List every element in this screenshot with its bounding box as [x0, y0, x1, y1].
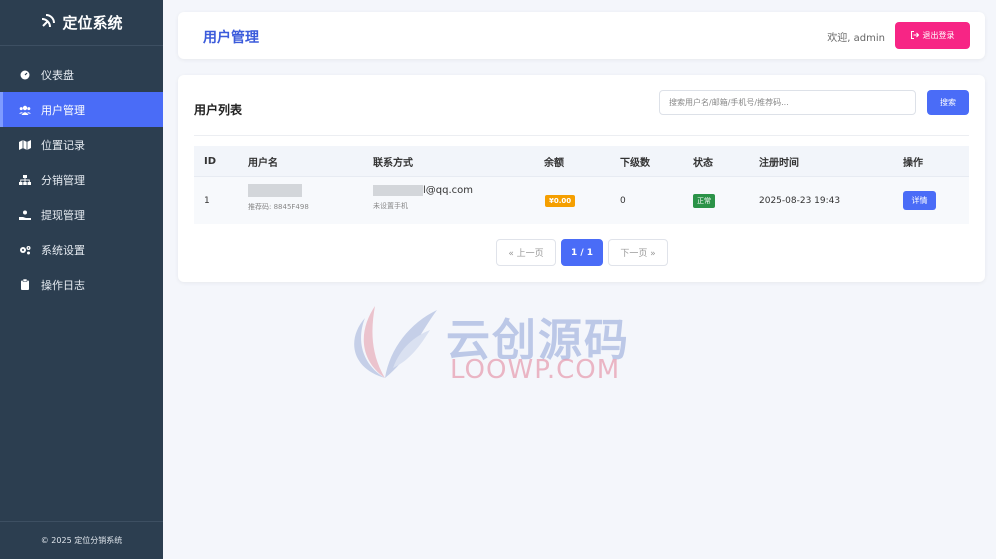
map-icon: [19, 139, 31, 150]
sidebar-item-label: 系统设置: [41, 243, 85, 257]
row-status: 正常: [693, 193, 715, 208]
gears-icon: [19, 245, 31, 255]
sign-out-icon: [910, 30, 919, 41]
sidebar-footer: © 2025 定位分销系统: [0, 521, 163, 559]
col-username: 用户名: [248, 157, 278, 169]
sidebar-item-dashboard[interactable]: 仪表盘: [0, 57, 163, 92]
col-id: ID: [204, 155, 217, 167]
sidebar-item-withdrawals[interactable]: 提现管理: [0, 197, 163, 232]
referral-code: 推荐码: 8845F498: [248, 203, 309, 211]
table-row: 1 推荐码: 8845F498 l@qq.com 未设置手机 ¥0.00 0 正…: [194, 176, 969, 224]
balance-badge: ¥0.00: [545, 194, 576, 207]
user-table: ID 用户名 联系方式 余额 下级数 状态 注册时间 操作 1 推荐码: 884…: [194, 146, 969, 224]
sidebar-item-users[interactable]: 用户管理: [0, 92, 163, 127]
status-badge: 正常: [693, 193, 715, 208]
header-bar: 用户管理 欢迎, admin 退出登录: [178, 12, 985, 59]
col-reg-time: 注册时间: [759, 157, 799, 169]
divider: [194, 135, 969, 136]
sidebar-item-label: 仪表盘: [41, 68, 74, 82]
sidebar-item-label: 分销管理: [41, 173, 85, 187]
brand: 定位系统: [0, 0, 163, 46]
prev-page-button[interactable]: « 上一页: [496, 239, 556, 266]
sidebar-nav: 仪表盘 用户管理 位置记录 分销管理 提现管理 系统设置 操作日志: [0, 57, 163, 302]
row-username: 推荐码: 8845F498: [248, 184, 309, 212]
sidebar-item-label: 用户管理: [41, 103, 85, 117]
col-downline: 下级数: [620, 157, 650, 169]
row-reg-time: 2025-08-23 19:43: [759, 195, 841, 206]
brand-title: 定位系统: [62, 14, 123, 32]
sidebar: 定位系统 仪表盘 用户管理 位置记录 分销管理 提现管理 系统设置 操作日志 ©…: [0, 0, 163, 559]
col-status: 状态: [693, 157, 713, 169]
dashboard-icon: [19, 70, 31, 80]
detail-button[interactable]: 详情: [903, 191, 936, 210]
clipboard-icon: [19, 279, 31, 290]
sitemap-icon: [19, 174, 31, 185]
watermark-logo-icon: [345, 298, 440, 387]
search-input[interactable]: [659, 90, 916, 115]
sidebar-item-label: 提现管理: [41, 208, 85, 222]
table-header: ID 用户名 联系方式 余额 下级数 状态 注册时间 操作: [194, 146, 969, 176]
satellite-dish-icon: [40, 13, 56, 33]
sidebar-item-label: 位置记录: [41, 138, 85, 152]
list-title: 用户列表: [194, 103, 243, 117]
row-downline: 0: [620, 195, 626, 206]
col-action: 操作: [903, 157, 923, 169]
users-icon: [19, 105, 31, 115]
hand-coin-icon: [19, 210, 31, 220]
page-title: 用户管理: [203, 30, 259, 46]
row-balance: ¥0.00: [545, 194, 576, 207]
row-id: 1: [204, 195, 210, 206]
sidebar-item-logs[interactable]: 操作日志: [0, 267, 163, 302]
logout-button[interactable]: 退出登录: [895, 22, 970, 49]
user-list-card: 用户列表 搜索 ID 用户名 联系方式 余额 下级数 状态 注册时间 操作 1 …: [178, 75, 985, 282]
sidebar-item-label: 操作日志: [41, 278, 85, 292]
search-button[interactable]: 搜索: [927, 90, 969, 115]
pagination: « 上一页 1 / 1 下一页 »: [496, 239, 668, 266]
sidebar-item-settings[interactable]: 系统设置: [0, 232, 163, 267]
welcome-text: 欢迎, admin: [827, 33, 885, 44]
next-page-button[interactable]: 下一页 »: [608, 239, 668, 266]
row-contact: l@qq.com 未设置手机: [373, 185, 473, 211]
watermark-text-en: LOOWP.COM: [450, 355, 621, 385]
sidebar-item-distribution[interactable]: 分销管理: [0, 162, 163, 197]
sidebar-item-locations[interactable]: 位置记录: [0, 127, 163, 162]
col-contact: 联系方式: [373, 157, 413, 169]
redacted-username: [248, 184, 302, 197]
logout-label: 退出登录: [922, 31, 955, 40]
email-text: l@qq.com: [423, 185, 474, 196]
phone-text: 未设置手机: [373, 202, 408, 210]
redacted-email: [373, 185, 423, 196]
col-balance: 余额: [544, 157, 564, 169]
current-page[interactable]: 1 / 1: [561, 239, 603, 266]
